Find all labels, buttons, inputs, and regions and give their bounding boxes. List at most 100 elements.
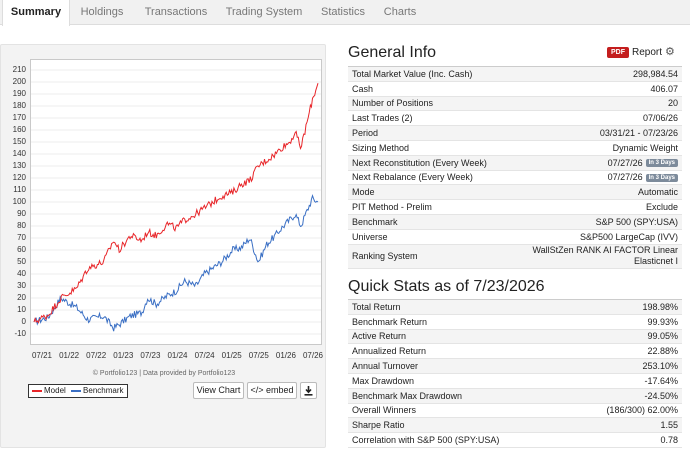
stat-value: 99.93%: [647, 316, 678, 327]
info-value-text: 07/27/26: [607, 172, 643, 183]
stat-value: 99.05%: [647, 331, 678, 342]
info-value-text: Exclude: [645, 202, 678, 213]
y-tick-label: 210: [12, 65, 26, 74]
stat-value: -24.50%: [644, 390, 678, 401]
y-tick-label: 20: [17, 293, 26, 302]
info-value: Exclude: [646, 202, 678, 212]
legend-benchmark: Benchmark: [83, 386, 124, 395]
info-value: 07/27/26 In 3 Days: [608, 172, 678, 182]
stat-row: Total Return 198.98%: [348, 300, 682, 315]
series-line-model: [33, 83, 319, 324]
y-tick-label: 110: [13, 185, 26, 194]
y-tick-label: -10: [14, 329, 26, 338]
tab-summary[interactable]: Summary: [2, 0, 70, 26]
x-tick-label: 01/26: [275, 351, 296, 360]
x-tick-label: 01/23: [113, 351, 134, 360]
stat-label: Total Return: [352, 301, 401, 312]
y-tick-label: 40: [17, 269, 26, 278]
chart-legend: Model Benchmark: [28, 384, 128, 398]
info-value: 298,984.54: [633, 69, 678, 79]
info-label: Next Rebalance (Every Week): [352, 172, 473, 183]
info-value[interactable]: 20: [668, 98, 678, 108]
info-row: Period 03/31/21 - 07/23/26: [348, 126, 682, 141]
stat-value: 22.88%: [647, 346, 678, 357]
info-value: 406.07: [650, 84, 678, 94]
info-value-text: 07/06/26: [642, 113, 678, 124]
y-tick-label: 0: [21, 317, 26, 326]
performance-chart: [31, 69, 321, 335]
y-tick-label: 160: [12, 125, 26, 134]
series-line-benchmark: [33, 193, 319, 332]
tab-trading-system[interactable]: Trading System: [218, 0, 310, 25]
download-button[interactable]: [300, 382, 317, 399]
x-tick-label: 07/26: [302, 351, 324, 360]
view-chart-button[interactable]: View Chart: [193, 382, 244, 399]
y-tick-label: 70: [17, 233, 26, 242]
info-value: Dynamic Weight: [613, 143, 678, 153]
info-label-suffix: (2): [399, 113, 413, 124]
info-row: Cash 406.07: [348, 82, 682, 97]
stat-row: Annualized Return 22.88%: [348, 344, 682, 360]
info-row: Total Market Value (Inc. Cash) 298,984.54: [348, 67, 682, 82]
stat-label: Active Return: [352, 331, 407, 342]
info-row: Benchmark S&P 500 (SPY:USA): [348, 215, 682, 230]
info-label: Universe: [352, 231, 388, 242]
legend-model: Model: [44, 386, 66, 395]
download-icon: [304, 386, 313, 396]
y-tick-label: 80: [17, 221, 26, 230]
tab-charts[interactable]: Charts: [376, 0, 424, 25]
info-row: Last Trades (2) 07/06/26: [348, 111, 682, 127]
stat-value: (186/300) 62.00%: [606, 405, 678, 416]
x-tick-label: 07/22: [86, 351, 107, 360]
x-tick-label: 07/21: [31, 351, 53, 360]
stat-label: Annualized Return: [352, 346, 427, 357]
embed-button[interactable]: </> embed: [247, 382, 297, 399]
info-row: Sizing Method Dynamic Weight: [348, 141, 682, 156]
info-value-text: 298,984.54: [632, 68, 678, 79]
info-row: Ranking System WallStZen RANK AI FACTOR L…: [348, 244, 682, 269]
info-label[interactable]: Number of Positions: [352, 98, 433, 108]
x-tick-label: 01/22: [59, 351, 80, 360]
stat-value: 1.55: [660, 420, 678, 431]
tab-statistics[interactable]: Statistics: [310, 0, 376, 25]
y-tick-label: 120: [12, 173, 26, 182]
tab-holdings[interactable]: Holdings: [70, 0, 134, 25]
stat-value: 0.78: [660, 435, 678, 446]
info-label: Mode: [352, 187, 375, 198]
info-label: Cash: [352, 83, 374, 94]
stat-label: Overall Winners: [352, 405, 417, 416]
stat-row: Overall Winners (186/300) 62.00%: [348, 404, 682, 419]
info-label-group: Last Trades (2): [352, 113, 413, 123]
info-value-line: WallStZen RANK AI FACTOR Linear: [532, 245, 678, 256]
x-tick-label: 07/25: [248, 351, 269, 360]
info-label: Total Market Value (Inc. Cash): [352, 68, 473, 79]
stat-value: 198.98%: [642, 301, 678, 312]
x-tick-label: 01/25: [221, 351, 242, 360]
info-row: Number of Positions 20: [348, 96, 682, 112]
stat-label: Benchmark Return: [352, 316, 428, 327]
stat-label: Benchmark Max Drawdown: [352, 390, 463, 401]
info-value-text: Automatic: [637, 187, 678, 198]
info-value-text: 07/27/26: [607, 157, 643, 168]
info-value-line: Elasticnet I: [633, 256, 678, 267]
info-row: Next Rebalance (Every Week) 07/27/26 In 3 …: [348, 171, 682, 186]
info-value-text: Dynamic Weight: [612, 142, 678, 153]
info-value[interactable]: 07/06/26: [643, 113, 678, 123]
pdf-report-button[interactable]: PDF Report: [607, 45, 662, 60]
info-label: Sizing Method: [352, 142, 410, 153]
stat-row: Annual Turnover 253.10%: [348, 359, 682, 374]
stat-row: Benchmark Max Drawdown -24.50%: [348, 388, 682, 404]
info-label: Benchmark: [352, 216, 398, 227]
stat-row: Max Drawdown -17.64%: [348, 374, 682, 389]
info-value[interactable]: WallStZen RANK AI FACTOR Linear Elasticne…: [532, 245, 678, 267]
info-value-text: 03/31/21 - 07/23/26: [599, 128, 678, 139]
gear-icon[interactable]: ⚙: [665, 45, 675, 58]
info-value-text: S&P500 LargeCap (IVV): [579, 231, 678, 242]
stat-row: Benchmark Return 99.93%: [348, 315, 682, 330]
tab-transactions[interactable]: Transactions: [134, 0, 218, 25]
info-label[interactable]: Last Trades: [352, 113, 399, 123]
y-tick-label: 60: [17, 245, 26, 254]
x-tick-label: 07/23: [140, 351, 161, 360]
days-badge: In 3 Days: [645, 174, 678, 183]
legend-model-swatch: [32, 389, 42, 392]
